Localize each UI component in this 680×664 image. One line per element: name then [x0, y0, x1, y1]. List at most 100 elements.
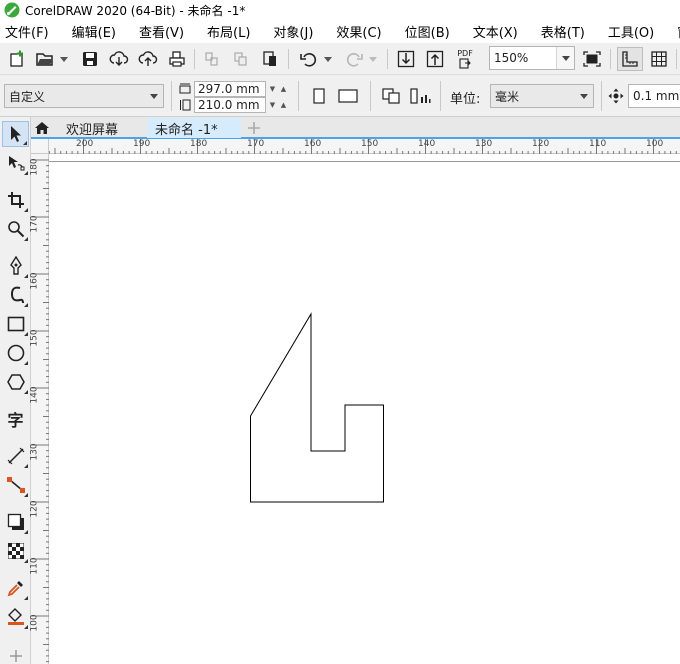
menu-table[interactable]: 表格(T)	[541, 22, 585, 41]
zoom-level-combo[interactable]: 150%	[489, 46, 575, 70]
hruler-label-1: 190	[133, 139, 151, 149]
hruler-label-2: 180	[190, 139, 208, 149]
redo-dropdown-chevron-icon[interactable]	[367, 49, 379, 69]
freehand-tool[interactable]	[2, 253, 29, 279]
ellipse-tool[interactable]	[2, 340, 29, 366]
menu-edit[interactable]: 编辑(E)	[72, 22, 116, 41]
page-width-spinner[interactable]: ▼ ▲	[267, 81, 289, 97]
vruler-label-7: 110	[29, 557, 40, 575]
drawn-shape[interactable]	[250, 312, 384, 503]
polygon-tool[interactable]	[2, 369, 29, 395]
cloud-export-icon[interactable]	[136, 49, 160, 69]
vruler-label-6: 120	[29, 500, 40, 518]
redo-icon[interactable]	[342, 49, 366, 69]
tab-welcome-screen[interactable]: 欢迎屏幕	[55, 118, 147, 138]
units-label: 单位:	[450, 92, 481, 107]
pdf-label: PDF	[457, 49, 473, 58]
units-combo[interactable]: 毫米	[490, 84, 594, 108]
new-document-icon[interactable]	[6, 49, 28, 69]
vruler-label-0: 180	[29, 158, 40, 176]
crop-tool[interactable]	[2, 187, 29, 213]
pick-tool[interactable]	[2, 121, 29, 147]
artistic-media-tool[interactable]	[2, 282, 29, 308]
hruler-label-6: 140	[418, 139, 436, 149]
export-icon[interactable]	[424, 48, 446, 70]
zoom-dropdown-chevron-icon[interactable]	[556, 47, 574, 69]
full-screen-icon[interactable]	[580, 48, 604, 70]
copy-icon[interactable]	[230, 49, 252, 69]
page-preset-combo[interactable]: 自定义	[4, 84, 164, 108]
nudge-distance-field[interactable]: 0.1 mm	[628, 84, 680, 108]
open-dropdown-chevron-icon[interactable]	[58, 49, 70, 69]
menu-effects[interactable]: 效果(C)	[336, 22, 381, 41]
home-icon[interactable]	[31, 118, 53, 138]
vertical-ruler[interactable]: 180 170 160 150 140 130 120 110 100	[29, 154, 49, 664]
vruler-label-2: 160	[29, 272, 40, 290]
title-bar: CorelDRAW 2020 (64-Bit) - 未命名 -1*	[0, 0, 680, 20]
cloud-import-icon[interactable]	[107, 49, 131, 69]
drop-shadow-tool[interactable]	[2, 509, 29, 535]
print-icon[interactable]	[165, 49, 189, 69]
import-icon[interactable]	[395, 48, 417, 70]
vruler-label-5: 130	[29, 443, 40, 461]
vruler-label-8: 100	[29, 614, 40, 632]
hruler-label-4: 160	[304, 139, 322, 149]
menu-text[interactable]: 文本(X)	[473, 22, 518, 41]
hruler-label-5: 150	[361, 139, 379, 149]
hruler-label-7: 130	[475, 139, 493, 149]
portrait-orientation-icon[interactable]	[308, 84, 330, 108]
drawing-layer	[250, 312, 384, 503]
menu-tools[interactable]: 工具(O)	[608, 22, 654, 41]
dimension-tool[interactable]	[2, 443, 29, 469]
horizontal-ruler[interactable]: 200 190 180 170 160 150 140 130 120 110 …	[48, 139, 680, 154]
hruler-label-8: 120	[532, 139, 550, 149]
menu-bitmaps[interactable]: 位图(B)	[405, 22, 450, 41]
drawing-canvas[interactable]	[49, 154, 680, 664]
menu-layout[interactable]: 布局(L)	[207, 22, 250, 41]
page-height-field[interactable]: 210.0 mm	[194, 97, 266, 113]
show-rulers-icon[interactable]	[617, 47, 643, 71]
zoom-tool[interactable]	[2, 216, 29, 242]
paste-icon[interactable]	[259, 49, 281, 69]
zoom-level-value: 150%	[494, 51, 529, 65]
toolbox: 字	[0, 117, 31, 664]
page-width-field[interactable]: 297.0 mm	[194, 81, 266, 97]
open-icon[interactable]	[34, 49, 56, 69]
page-height-spinner[interactable]: ▼ ▲	[267, 97, 289, 113]
nudge-distance-icon	[606, 86, 626, 106]
tab-document[interactable]: 未命名 -1*	[147, 118, 241, 138]
menu-object[interactable]: 对象(J)	[273, 22, 313, 41]
page-width-icon	[178, 81, 192, 95]
hruler-label-9: 110	[589, 139, 607, 149]
current-page-icon[interactable]	[407, 84, 433, 108]
add-tool[interactable]	[2, 643, 29, 664]
document-tab-bar: 欢迎屏幕 未命名 -1*	[31, 117, 680, 139]
add-tab-button[interactable]	[243, 118, 265, 138]
connector-tool[interactable]	[2, 472, 29, 498]
units-chevron-icon[interactable]	[575, 85, 593, 107]
shape-tool[interactable]	[2, 150, 29, 176]
page-preset-chevron-icon[interactable]	[145, 85, 163, 107]
menu-view[interactable]: 查看(V)	[139, 22, 184, 41]
publish-pdf-icon[interactable]: PDF	[452, 47, 478, 71]
menu-file[interactable]: 文件(F)	[5, 22, 49, 41]
interactive-fill-tool[interactable]	[2, 604, 29, 630]
rectangle-tool[interactable]	[2, 311, 29, 337]
hruler-label-3: 170	[247, 139, 265, 149]
page-height-icon	[178, 98, 192, 112]
show-grid-icon[interactable]	[647, 48, 671, 70]
eyedropper-tool[interactable]	[2, 575, 29, 601]
ruler-origin-corner[interactable]	[31, 139, 49, 154]
transparency-tool[interactable]	[2, 538, 29, 564]
all-pages-icon[interactable]	[378, 84, 404, 108]
undo-icon[interactable]	[297, 49, 321, 69]
vruler-label-4: 140	[29, 386, 40, 404]
cut-icon[interactable]	[201, 49, 223, 69]
coreldraw-logo-icon	[4, 2, 20, 18]
text-tool[interactable]: 字	[2, 406, 29, 432]
vruler-label-3: 150	[29, 329, 40, 347]
units-value: 毫米	[495, 89, 520, 104]
undo-dropdown-chevron-icon[interactable]	[322, 49, 334, 69]
landscape-orientation-icon[interactable]	[335, 84, 361, 108]
save-icon[interactable]	[79, 49, 101, 69]
